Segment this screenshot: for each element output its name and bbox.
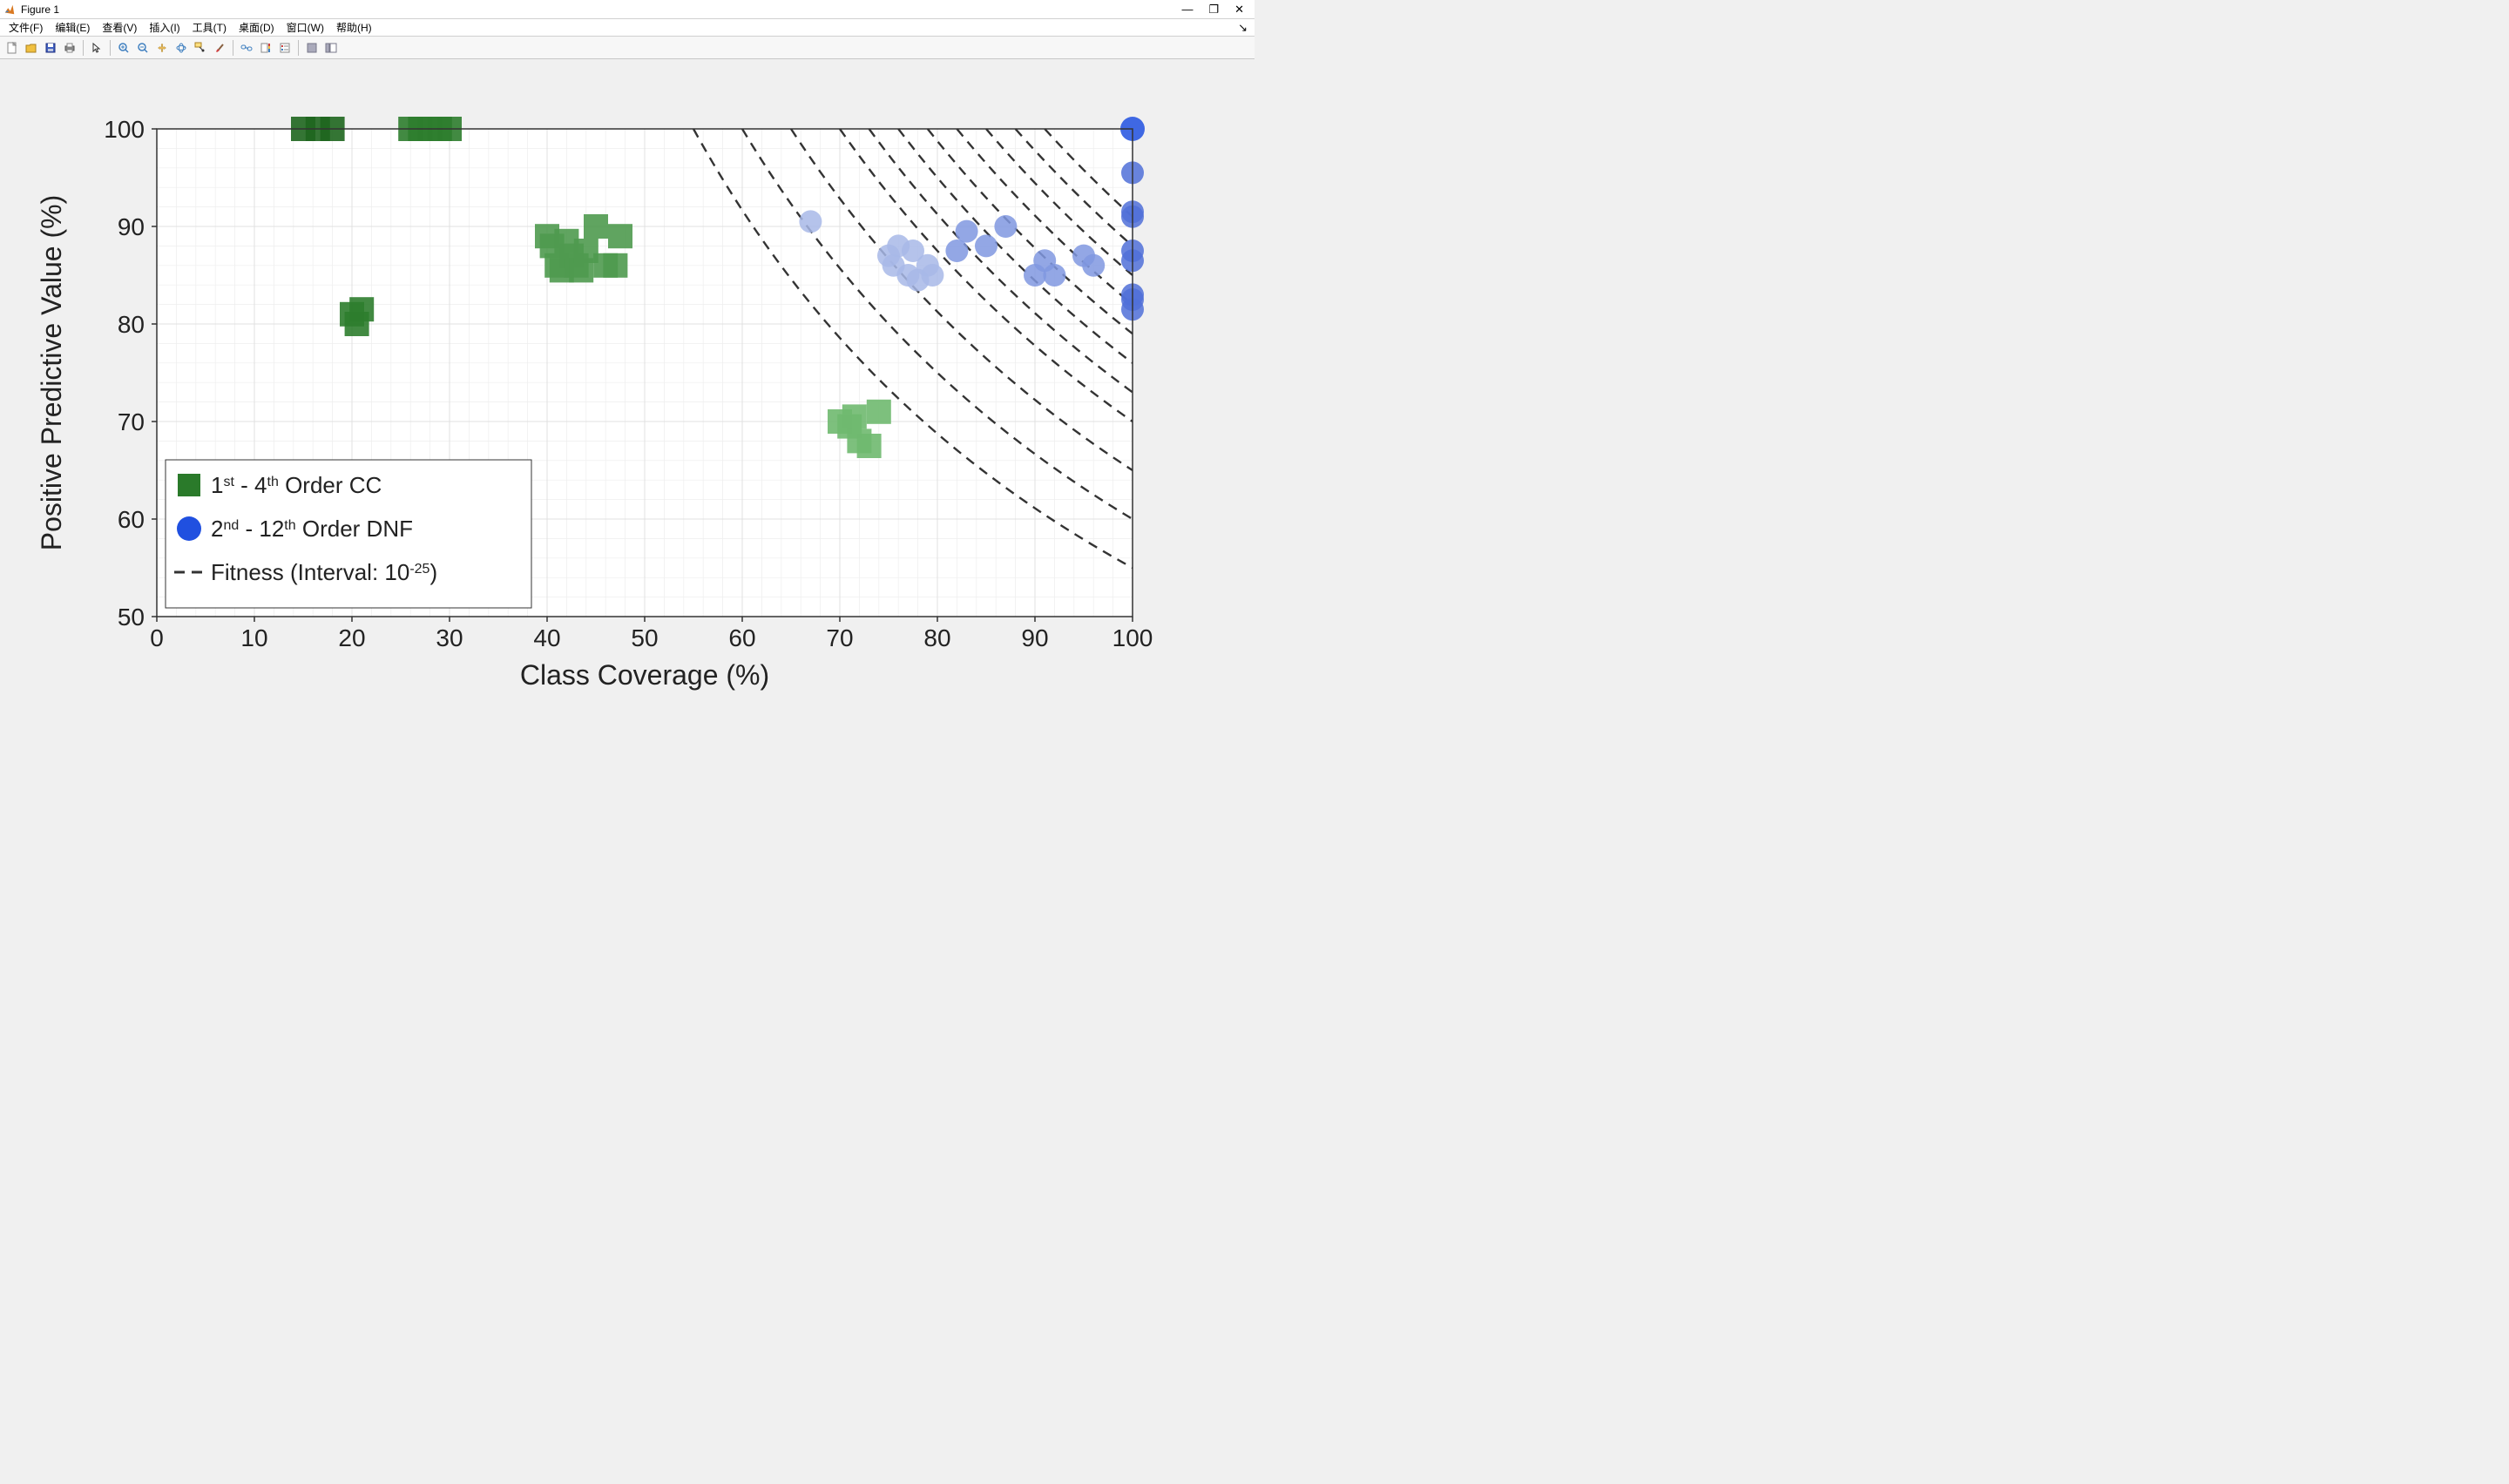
save-icon[interactable] [42, 39, 59, 57]
window-title: Figure 1 [21, 3, 59, 16]
svg-text:70: 70 [826, 624, 853, 651]
toolbar [0, 37, 1254, 59]
menu-desktop[interactable]: 桌面(D) [233, 20, 280, 35]
figure-area: 0 10 20 30 40 50 60 70 80 90 100 50 60 70 80 90 100 Class… [0, 59, 1254, 742]
close-button[interactable]: ✕ [1234, 3, 1244, 15]
new-file-icon[interactable] [3, 39, 21, 57]
menu-view[interactable]: 查看(V) [97, 20, 142, 35]
colorbar-icon[interactable] [257, 39, 274, 57]
rotate-3d-icon[interactable] [172, 39, 190, 57]
svg-text:100: 100 [104, 116, 145, 143]
print-icon[interactable] [61, 39, 78, 57]
svg-text:90: 90 [1021, 624, 1048, 651]
svg-text:2nd - 12th Order DNF: 2nd - 12th Order DNF [211, 516, 413, 542]
svg-text:80: 80 [923, 624, 950, 651]
show-plot-tools-icon[interactable] [322, 39, 340, 57]
window-controls: — ❐ ✕ [1181, 3, 1251, 15]
titlebar: Figure 1 — ❐ ✕ [0, 0, 1254, 19]
menu-tools[interactable]: 工具(T) [187, 20, 232, 35]
data-cursor-icon[interactable] [192, 39, 209, 57]
link-icon[interactable] [238, 39, 255, 57]
svg-text:60: 60 [118, 506, 145, 533]
svg-text:Fitness (Interval: 10-25): Fitness (Interval: 10-25) [211, 559, 437, 585]
svg-text:Class Coverage (%): Class Coverage (%) [520, 659, 769, 691]
svg-text:60: 60 [728, 624, 755, 651]
menu-help[interactable]: 帮助(H) [331, 20, 377, 35]
chart[interactable]: 0 10 20 30 40 50 60 70 80 90 100 50 60 70 80 90 100 Class… [0, 59, 1254, 742]
hide-plot-tools-icon[interactable] [303, 39, 321, 57]
menubar: 文件(F) 编辑(E) 查看(V) 插入(I) 工具(T) 桌面(D) 窗口(W… [0, 19, 1254, 37]
svg-text:30: 30 [436, 624, 463, 651]
brush-icon[interactable] [211, 39, 228, 57]
svg-text:40: 40 [533, 624, 560, 651]
zoom-out-icon[interactable] [134, 39, 152, 57]
minimize-button[interactable]: — [1181, 3, 1193, 15]
svg-text:50: 50 [118, 604, 145, 631]
open-file-icon[interactable] [23, 39, 40, 57]
svg-text:70: 70 [118, 408, 145, 435]
menu-edit[interactable]: 编辑(E) [50, 20, 95, 35]
pointer-icon[interactable] [88, 39, 105, 57]
menu-file[interactable]: 文件(F) [3, 20, 48, 35]
svg-text:90: 90 [118, 213, 145, 240]
zoom-in-icon[interactable] [115, 39, 132, 57]
matlab-icon [3, 3, 16, 16]
svg-text:80: 80 [118, 311, 145, 338]
menu-overflow-icon[interactable]: ↘ [1234, 21, 1251, 35]
menu-window[interactable]: 窗口(W) [281, 20, 329, 35]
legend-icon[interactable] [276, 39, 294, 57]
maximize-button[interactable]: ❐ [1208, 3, 1219, 15]
svg-text:100: 100 [1112, 624, 1153, 651]
svg-text:20: 20 [338, 624, 365, 651]
pan-icon[interactable] [153, 39, 171, 57]
svg-text:Positive Predictive Value (%): Positive Predictive Value (%) [36, 195, 67, 550]
svg-text:1st - 4th Order CC: 1st - 4th Order CC [211, 472, 382, 498]
menu-insert[interactable]: 插入(I) [144, 20, 185, 35]
svg-text:10: 10 [240, 624, 267, 651]
svg-text:50: 50 [631, 624, 658, 651]
svg-text:0: 0 [150, 624, 164, 651]
